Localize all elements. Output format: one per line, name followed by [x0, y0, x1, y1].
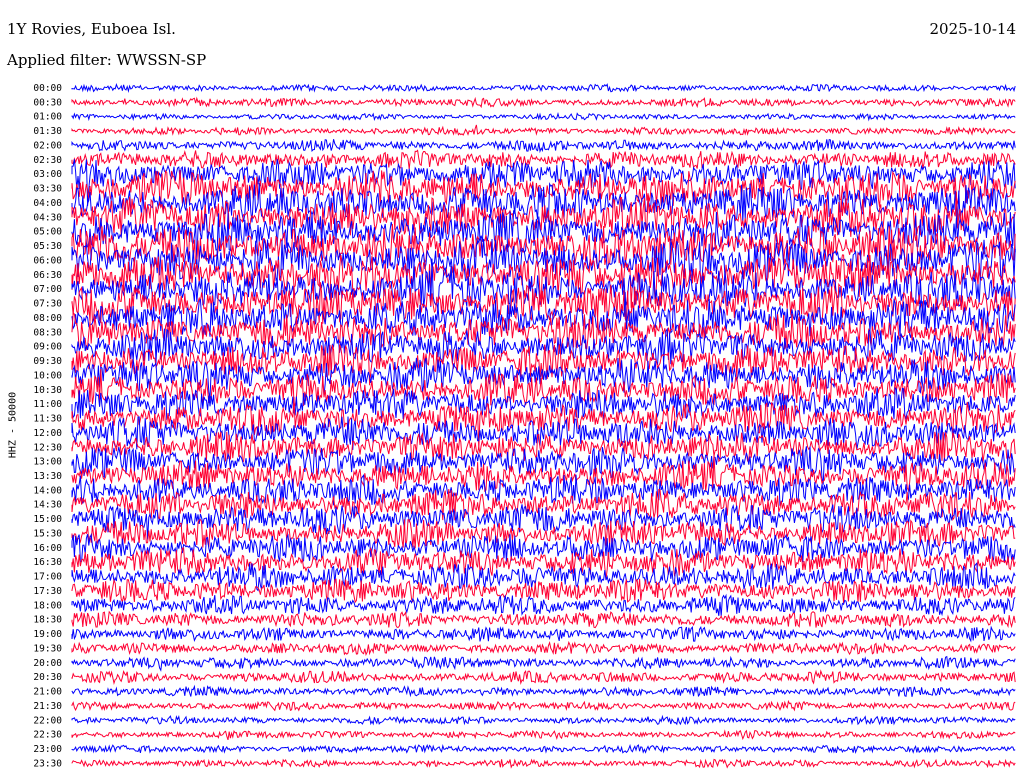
row-time-label: 14:30	[33, 500, 62, 511]
row-time-label: 11:00	[33, 399, 62, 410]
row-time-label: 15:00	[33, 514, 62, 525]
row-time-label: 02:00	[33, 140, 62, 151]
row-time-label: 15:30	[33, 528, 62, 539]
seismic-trace	[71, 83, 1016, 93]
seismic-trace	[71, 112, 1016, 122]
row-time-label: 03:00	[33, 169, 62, 180]
row-time-label: 09:30	[33, 356, 62, 367]
row-time-label: 00:00	[33, 83, 62, 94]
seismic-trace	[71, 625, 1016, 643]
row-time-label: 07:30	[33, 299, 62, 310]
row-time-label: 20:00	[33, 658, 62, 669]
row-time-label: 16:30	[33, 557, 62, 568]
seismic-trace	[71, 743, 1016, 755]
row-time-label: 22:30	[33, 730, 62, 741]
row-time-label: 04:30	[33, 212, 62, 223]
row-time-label: 09:00	[33, 342, 62, 353]
seismic-trace	[71, 610, 1016, 629]
row-time-label: 07:00	[33, 284, 62, 295]
row-time-label: 14:00	[33, 485, 62, 496]
seismic-trace	[71, 96, 1016, 109]
row-time-label: 19:30	[33, 643, 62, 654]
row-time-label: 12:30	[33, 442, 62, 453]
row-time-label: 01:00	[33, 112, 62, 123]
seismic-trace	[71, 640, 1016, 657]
row-time-label: 13:30	[33, 471, 62, 482]
row-time-label: 19:00	[33, 629, 62, 640]
row-time-label: 13:00	[33, 457, 62, 468]
row-time-label: 05:30	[33, 241, 62, 252]
row-time-label: 22:00	[33, 715, 62, 726]
row-time-label: 01:30	[33, 126, 62, 137]
seismic-trace	[71, 149, 1016, 170]
row-time-label: 00:30	[33, 97, 62, 108]
seismic-trace	[71, 714, 1016, 726]
row-time-label: 18:30	[33, 615, 62, 626]
seismic-trace	[71, 758, 1016, 769]
seismic-trace	[71, 684, 1016, 698]
row-time-label: 23:00	[33, 744, 62, 755]
row-time-label: 08:00	[33, 313, 62, 324]
seismic-trace	[71, 729, 1016, 741]
row-time-label: 08:30	[33, 327, 62, 338]
row-time-label: 11:30	[33, 414, 62, 425]
seismic-trace	[71, 138, 1016, 154]
row-time-label: 10:00	[33, 370, 62, 381]
row-time-label: 04:00	[33, 198, 62, 209]
row-time-label: 23:30	[33, 758, 62, 769]
seismic-trace	[71, 699, 1016, 712]
row-time-label: 03:30	[33, 184, 62, 195]
row-time-label: 12:00	[33, 428, 62, 439]
seismic-trace	[71, 669, 1016, 685]
row-time-label: 21:00	[33, 687, 62, 698]
row-time-label: 10:30	[33, 385, 62, 396]
row-time-label: 17:00	[33, 572, 62, 583]
row-time-label: 06:00	[33, 255, 62, 266]
row-time-label: 02:30	[33, 155, 62, 166]
row-time-label: 18:00	[33, 600, 62, 611]
row-time-label: 17:30	[33, 586, 62, 597]
row-time-label: 16:00	[33, 543, 62, 554]
seismic-trace	[71, 655, 1016, 672]
row-time-label: 21:30	[33, 701, 62, 712]
seismogram-plot: 00:00 00:30 01:00 01:30 02:00 02:30 03:00 03:30…	[33, 83, 1016, 769]
seismic-trace	[71, 593, 1016, 617]
row-time-label: 06:30	[33, 270, 62, 281]
row-time-label: 20:30	[33, 672, 62, 683]
seismic-trace	[71, 124, 1016, 136]
row-time-label: 05:00	[33, 227, 62, 238]
